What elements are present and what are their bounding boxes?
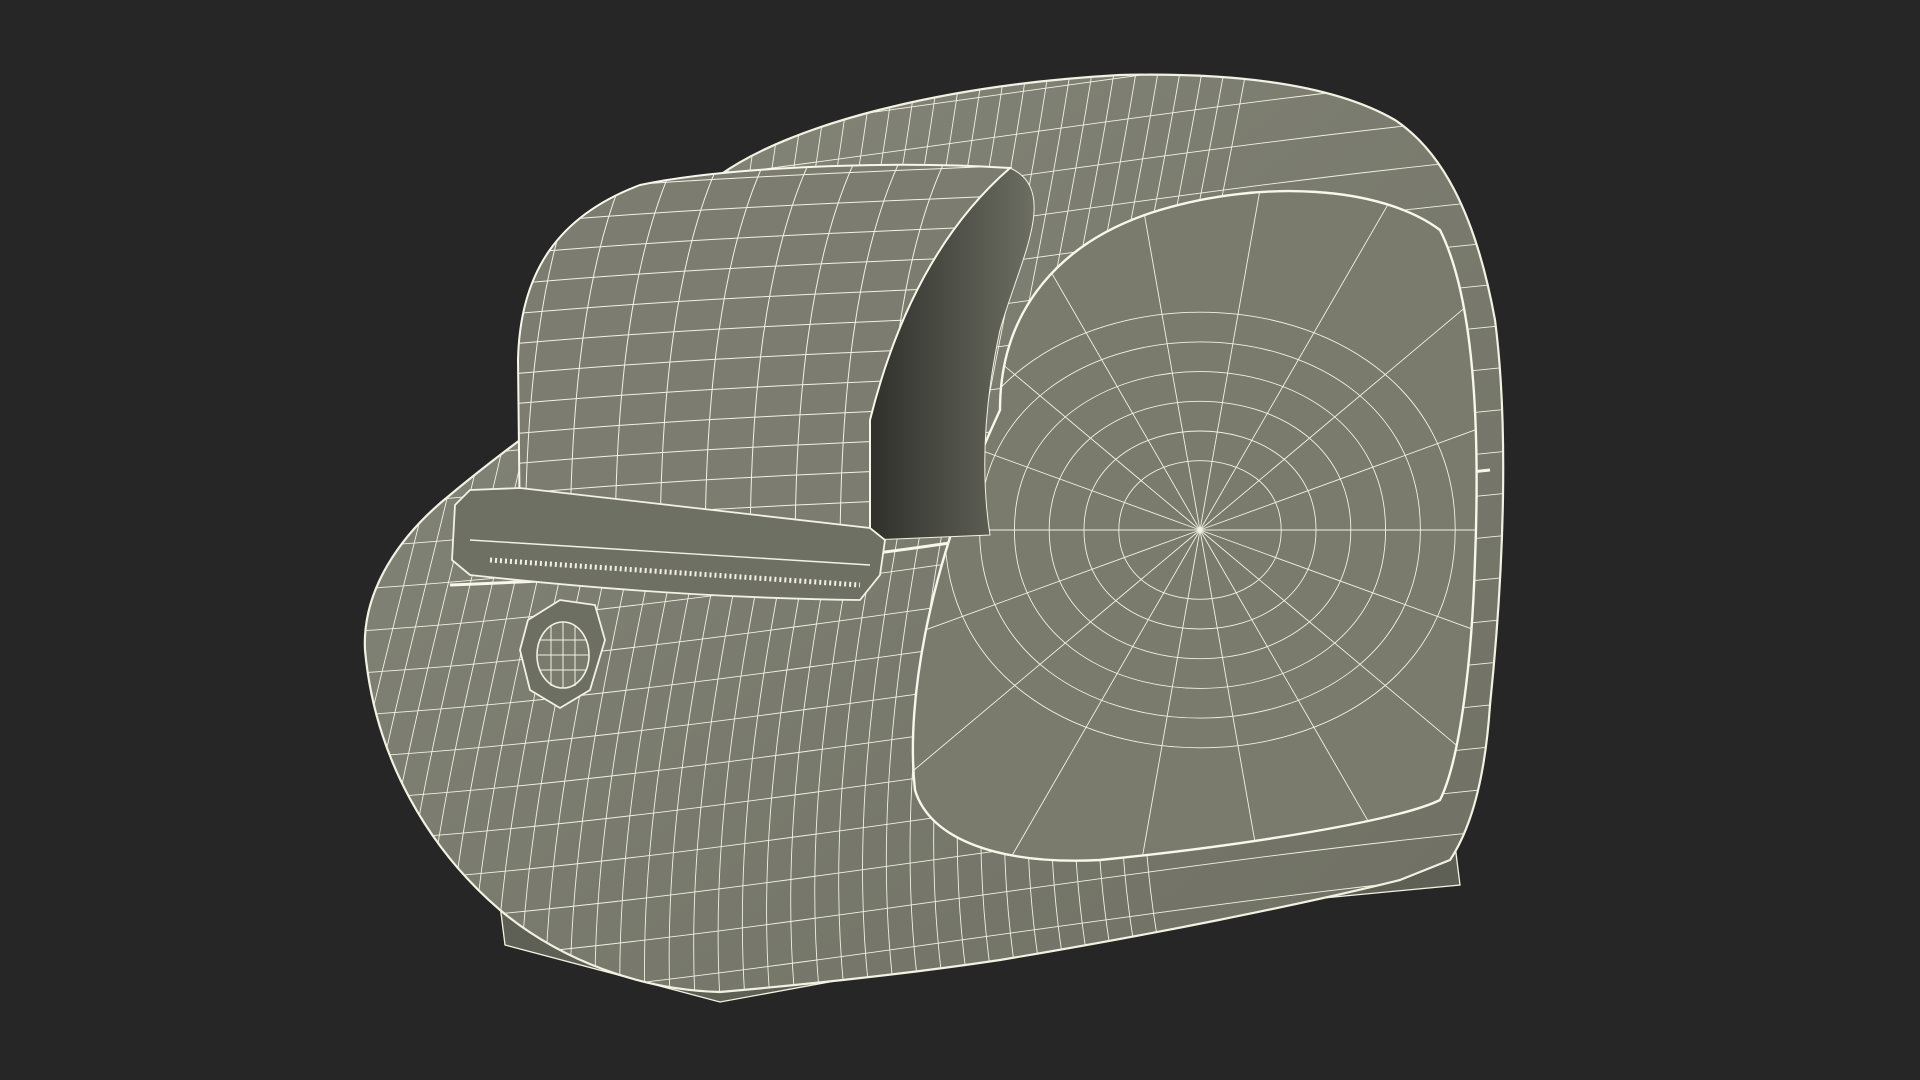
scene-viewport (0, 0, 1920, 1080)
printer-wireframe-render (0, 0, 1920, 1080)
